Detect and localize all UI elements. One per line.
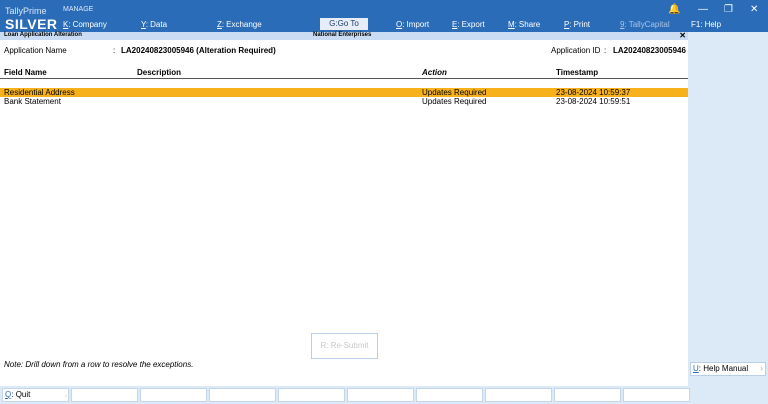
- empty-button-slot[interactable]: [554, 388, 621, 402]
- application-name-value: LA20240823005946 (Alteration Required): [121, 46, 276, 55]
- empty-button-slot[interactable]: [416, 388, 483, 402]
- column-header-action: Action: [422, 68, 447, 77]
- menu-share[interactable]: M: Share: [508, 20, 540, 29]
- application-id-label: Application ID: [551, 46, 601, 55]
- empty-button-slot[interactable]: [347, 388, 414, 402]
- menu-export[interactable]: E: Export: [452, 20, 485, 29]
- brand-edition: SILVER: [5, 16, 58, 32]
- cell-timestamp: 23-08-2024 10:59:51: [556, 97, 631, 106]
- menu-import[interactable]: O: Import: [396, 20, 429, 29]
- menu-help[interactable]: F1: Help: [691, 20, 721, 29]
- manage-label: MANAGE: [63, 6, 94, 13]
- screen-title: Loan Application Alteration: [4, 32, 82, 38]
- column-header-description: Description: [137, 68, 182, 77]
- cell-timestamp: 23-08-2024 10:59:37: [556, 88, 631, 97]
- minimize-icon[interactable]: —: [698, 4, 708, 15]
- cell-action: Updates Required: [422, 97, 487, 106]
- colon: :: [113, 46, 116, 55]
- empty-button-slot[interactable]: [623, 388, 690, 402]
- menu-exchange[interactable]: Z: Exchange: [217, 20, 262, 29]
- header-divider: [0, 78, 688, 79]
- restore-icon[interactable]: ❐: [724, 4, 733, 15]
- column-header-timestamp: Timestamp: [556, 68, 599, 77]
- empty-button-slot[interactable]: [485, 388, 552, 402]
- table-row[interactable]: Bank Statement Updates Required 23-08-20…: [0, 97, 688, 106]
- corner-mark-icon: ⌟: [64, 392, 67, 398]
- menu-tallycapital[interactable]: 9: TallyCapital: [620, 20, 670, 29]
- empty-button-slot[interactable]: [140, 388, 207, 402]
- help-manual-button[interactable]: U: Help Manual ›: [690, 362, 766, 376]
- cell-field-name: Residential Address: [4, 88, 75, 97]
- application-id-value: LA20240823005946: [613, 46, 686, 55]
- table-row[interactable]: Residential Address Updates Required 23-…: [0, 88, 688, 97]
- cell-action: Updates Required: [422, 88, 487, 97]
- chevron-right-icon: ›: [760, 364, 763, 373]
- brand-name: TallyPrime: [5, 6, 47, 16]
- empty-button-slot[interactable]: [278, 388, 345, 402]
- main-panel: Application Name : LA20240823005946 (Alt…: [0, 40, 688, 386]
- empty-button-slot[interactable]: [71, 388, 138, 402]
- right-button-panel: U: Help Manual ›: [688, 32, 768, 386]
- bottom-button-bar: Q: Quit ⌟: [0, 386, 768, 404]
- quit-button[interactable]: Q: Quit ⌟: [2, 388, 69, 402]
- application-name-label: Application Name: [4, 46, 67, 55]
- bell-icon[interactable]: 🔔: [668, 4, 680, 15]
- close-window-icon[interactable]: ✕: [750, 4, 758, 15]
- close-screen-icon[interactable]: ✕: [679, 31, 686, 40]
- re-submit-button[interactable]: R: Re-Submit: [311, 333, 378, 359]
- colon: :: [604, 46, 607, 55]
- drill-down-note: Note: Drill down from a row to resolve t…: [4, 360, 194, 369]
- menu-data[interactable]: Y: Data: [141, 20, 167, 29]
- empty-button-slot[interactable]: [209, 388, 276, 402]
- top-bar: TallyPrime SILVER MANAGE K: Company Y: Dat…: [0, 0, 768, 32]
- menu-company[interactable]: K: Company: [63, 20, 107, 29]
- column-header-field-name: Field Name: [4, 68, 47, 77]
- company-name: National Enterprises: [313, 32, 372, 38]
- screen-title-bar: Loan Application Alteration National Ent…: [0, 31, 688, 40]
- menu-go-to[interactable]: G:Go To: [320, 18, 368, 30]
- menu-print[interactable]: P: Print: [564, 20, 590, 29]
- cell-field-name: Bank Statement: [4, 97, 61, 106]
